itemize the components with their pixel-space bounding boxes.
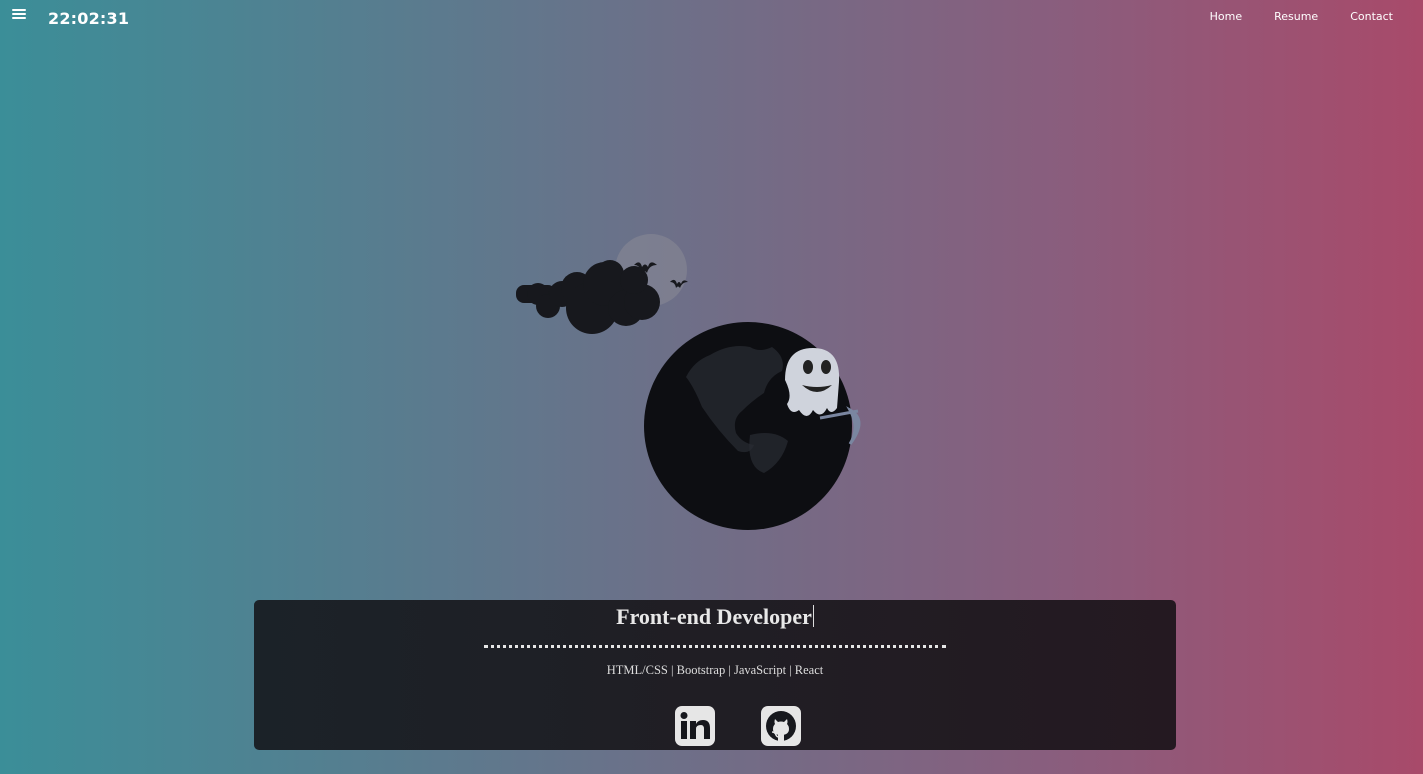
main-nav: Home Resume Contact — [1210, 10, 1393, 23]
cloud-shape — [516, 260, 660, 334]
nav-contact-link[interactable]: Contact — [1350, 10, 1393, 23]
typing-caret — [812, 605, 814, 627]
skills-list: HTML/CSS | Bootstrap | JavaScript | Reac… — [606, 663, 824, 677]
top-bar: 22:02:31 Home Resume Contact — [0, 0, 1423, 40]
nav-resume-link[interactable]: Resume — [1274, 10, 1318, 23]
crescent-moon-shape — [760, 246, 806, 298]
intro-panel: Front-end Developer HTML/CSS | Bootstrap… — [254, 600, 1176, 750]
github-icon — [766, 711, 796, 741]
github-button[interactable] — [761, 706, 801, 746]
social-links — [254, 706, 1176, 746]
role-title: Front-end Developer — [254, 604, 1176, 630]
linkedin-button[interactable] — [675, 706, 715, 746]
role-title-text: Front-end Developer — [616, 604, 812, 629]
linkedin-icon — [680, 712, 710, 739]
nav-home-link[interactable]: Home — [1210, 10, 1242, 23]
clock: 22:02:31 — [48, 9, 130, 28]
halloween-globe-illustration — [510, 230, 880, 540]
dotted-divider — [484, 645, 946, 648]
hamburger-menu-icon[interactable] — [12, 9, 26, 21]
